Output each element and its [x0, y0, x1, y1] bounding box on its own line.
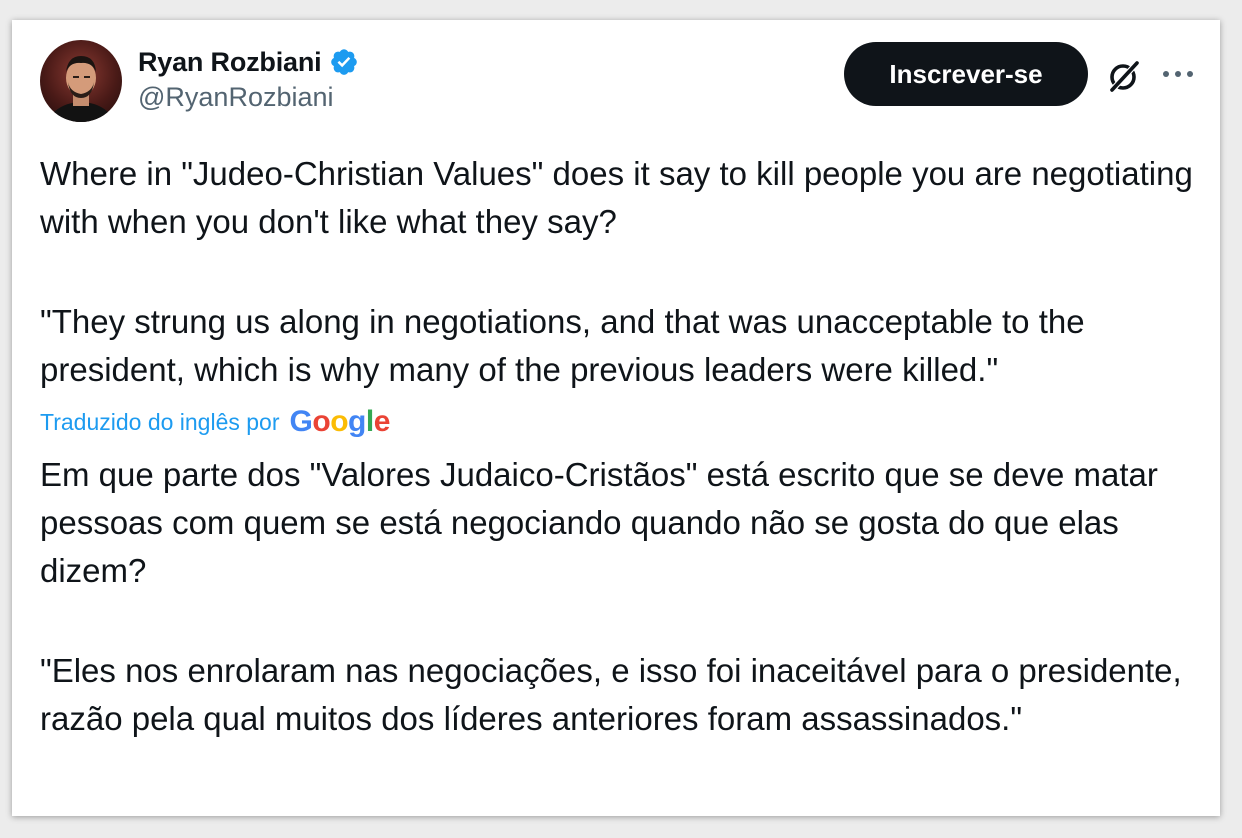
- subscribe-button[interactable]: Inscrever-se: [844, 42, 1088, 106]
- more-icon[interactable]: [1158, 64, 1198, 84]
- tweet-original-paragraph-1: Where in "Judeo-Christian Values" does i…: [40, 155, 1202, 240]
- google-logo: Google: [289, 405, 391, 438]
- translation-attribution[interactable]: Traduzido do inglês por Google: [40, 404, 390, 440]
- avatar-portrait-icon: [47, 56, 115, 122]
- author-name-row: Ryan Rozbiani: [138, 44, 359, 80]
- verified-badge-icon[interactable]: [329, 47, 359, 77]
- author-name[interactable]: Ryan Rozbiani: [138, 47, 322, 78]
- tweet-translated-paragraph-2: "Eles nos enrolaram nas negociações, e i…: [40, 652, 1191, 737]
- tweet-original-paragraph-2: "They strung us along in negotiations, a…: [40, 303, 1094, 388]
- tweet-translated-paragraph-1: Em que parte dos "Valores Judaico-Cristã…: [40, 456, 1168, 589]
- avatar[interactable]: [40, 40, 122, 122]
- tweet-card: Ryan Rozbiani @RyanRozbiani Inscrever-se…: [12, 20, 1220, 816]
- grok-icon[interactable]: [1106, 58, 1142, 94]
- translation-label: Traduzido do inglês por: [40, 408, 280, 435]
- author-handle[interactable]: @RyanRozbiani: [138, 82, 334, 113]
